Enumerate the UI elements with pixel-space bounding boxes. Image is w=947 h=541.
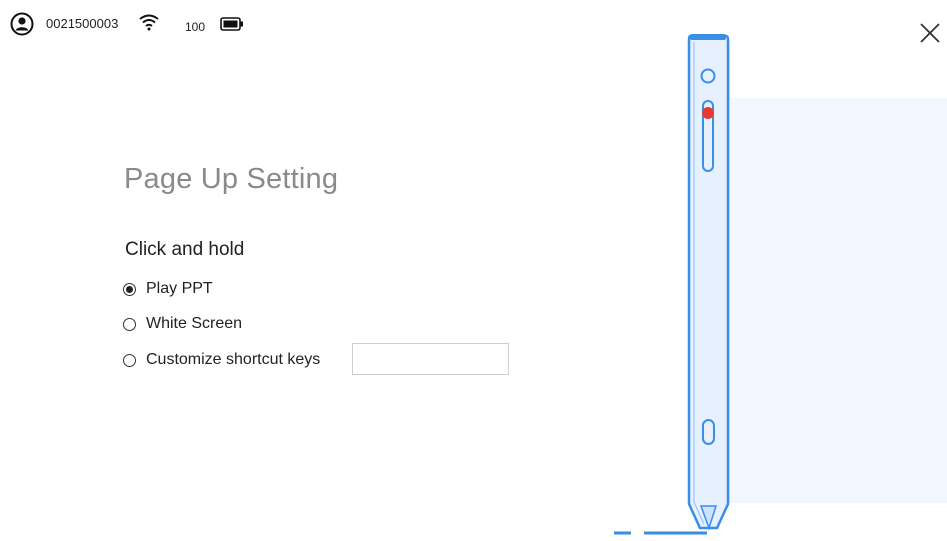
section-label: Click and hold (125, 239, 245, 260)
page-title: Page Up Setting (124, 163, 339, 195)
option-label: Play PPT (146, 280, 213, 297)
option-play-ppt[interactable]: Play PPT (123, 280, 213, 298)
battery-level: 100 (185, 20, 206, 34)
active-button-indicator (702, 107, 714, 119)
user-icon (10, 12, 34, 41)
device-id: 0021500003 (46, 16, 119, 31)
option-label: Customize shortcut keys (146, 351, 321, 368)
wifi-icon (138, 13, 160, 36)
close-icon (920, 23, 940, 43)
pen-illustration (600, 28, 740, 541)
option-white-screen[interactable]: White Screen (123, 315, 242, 333)
option-customize-shortcut[interactable]: Customize shortcut keys (123, 351, 320, 369)
radio-white-screen[interactable] (123, 317, 136, 331)
battery-icon (220, 17, 244, 36)
radio-customize-shortcut[interactable] (123, 353, 136, 367)
shortcut-keys-input[interactable] (352, 343, 509, 375)
radio-play-ppt[interactable] (123, 282, 136, 296)
close-button[interactable] (918, 21, 942, 45)
pen-panel-background (725, 98, 947, 503)
option-label: White Screen (146, 315, 243, 332)
